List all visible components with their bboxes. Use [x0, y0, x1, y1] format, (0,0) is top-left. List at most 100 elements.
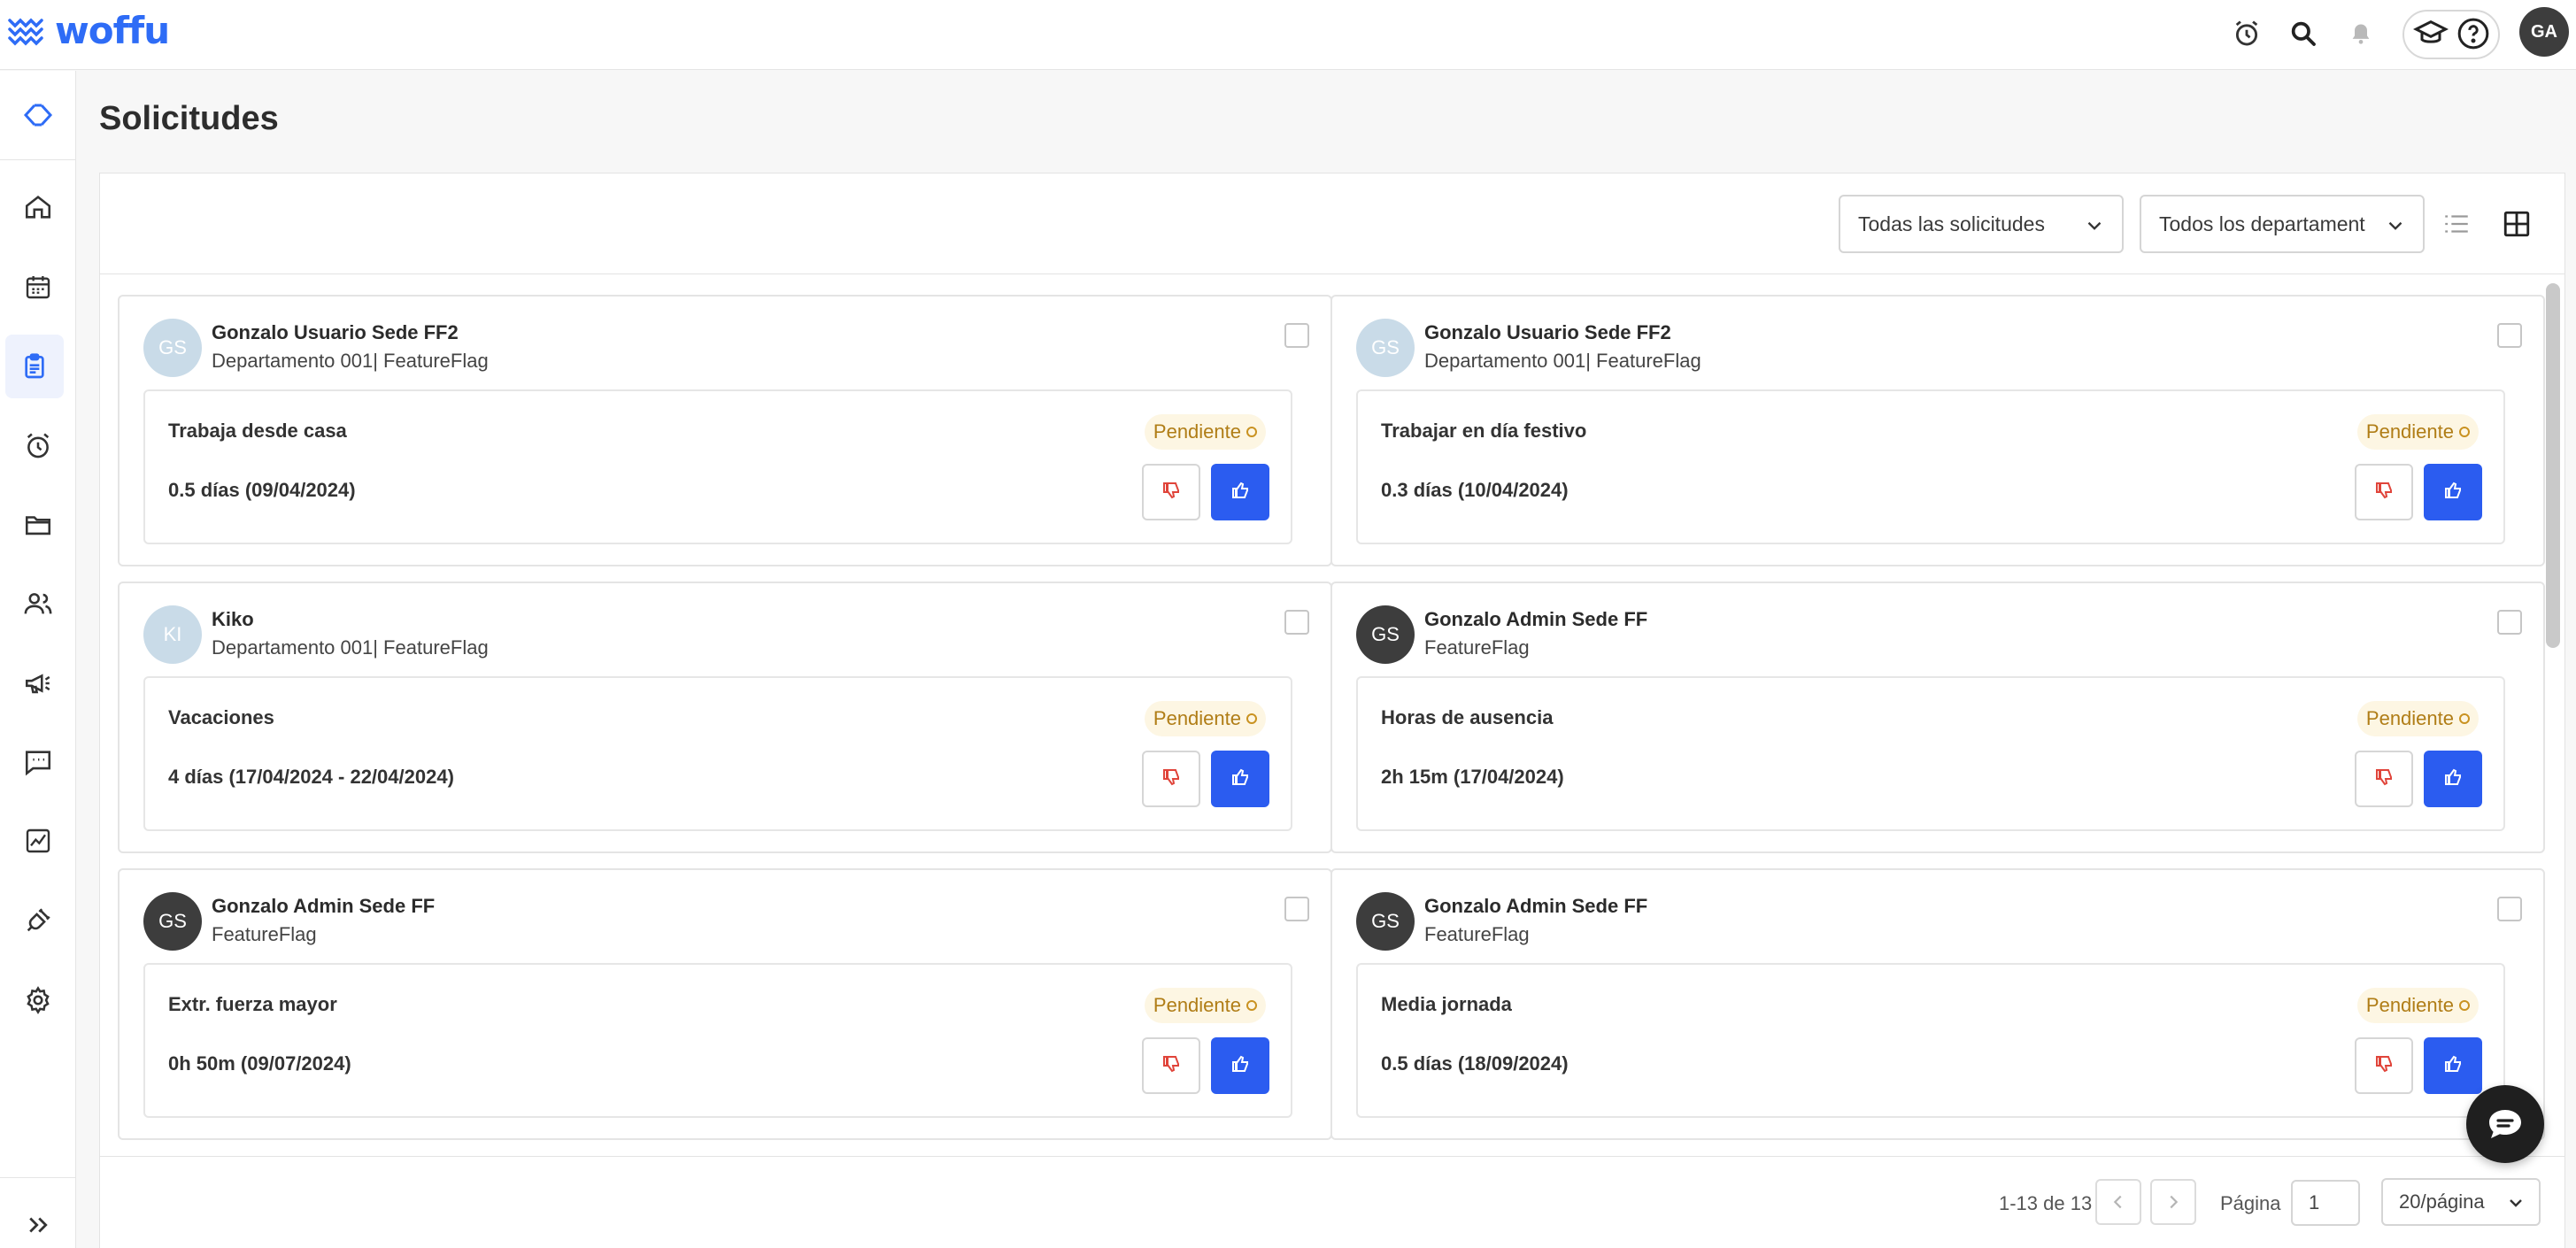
woffu-logo[interactable]: woffu [7, 9, 170, 52]
calendar-icon[interactable] [0, 255, 76, 319]
request-card[interactable]: GS Gonzalo Admin Sede FF FeatureFlag Med… [1330, 868, 2545, 1140]
collapse-logo-icon[interactable] [0, 83, 76, 147]
help-icon[interactable] [2456, 16, 2491, 56]
chat-bubble-icon [2489, 1110, 2521, 1138]
request-type: Trabaja desde casa [168, 420, 347, 442]
pending-dot-icon [2459, 427, 2470, 437]
request-duration: 0.3 días (10/04/2024) [1381, 479, 1569, 501]
reject-button[interactable] [1142, 751, 1200, 807]
sidebar-divider [0, 1177, 76, 1178]
help-pill [2402, 10, 2500, 59]
status-badge: Pendiente [2356, 414, 2479, 450]
list-view-icon[interactable] [2441, 209, 2472, 243]
chevron-down-icon [2388, 221, 2402, 230]
reject-button[interactable] [2355, 464, 2413, 520]
plug-icon[interactable] [0, 889, 76, 952]
alarm-clock-icon[interactable] [2227, 14, 2266, 53]
chat-icon[interactable] [0, 730, 76, 794]
select-checkbox[interactable] [1284, 897, 1309, 921]
request-card[interactable]: GS Gonzalo Admin Sede FF FeatureFlag Ext… [118, 868, 1332, 1140]
people-icon[interactable] [0, 572, 76, 636]
gear-icon[interactable] [0, 968, 76, 1032]
request-type: Media jornada [1381, 993, 1512, 1015]
pagination-bar: 1-13 de 13 Página 1 20/página [100, 1156, 2564, 1248]
graduation-cap-icon[interactable] [2412, 16, 2449, 56]
request-duration: 4 días (17/04/2024 - 22/04/2024) [168, 766, 454, 788]
page-number-input[interactable]: 1 [2291, 1180, 2360, 1226]
chart-icon[interactable] [0, 809, 76, 873]
search-icon[interactable] [2284, 14, 2323, 53]
status-badge: Pendiente [1144, 988, 1266, 1023]
thumbs-down-icon [1161, 480, 1182, 505]
request-card[interactable]: GS Gonzalo Usuario Sede FF2 Departamento… [1330, 295, 2545, 566]
employee-department: Departamento 001| FeatureFlag [212, 636, 489, 659]
employee-avatar: GS [143, 892, 202, 951]
approve-button[interactable] [1211, 751, 1269, 807]
select-checkbox[interactable] [2497, 897, 2522, 921]
requests-icon[interactable] [5, 335, 64, 398]
chevron-left-icon [2113, 1195, 2122, 1209]
approve-button[interactable] [2424, 464, 2482, 520]
request-card[interactable]: GS Gonzalo Admin Sede FF FeatureFlag Hor… [1330, 582, 2545, 853]
request-details: Media jornada 0.5 días (18/09/2024) Pend… [1356, 963, 2505, 1118]
employee-department: FeatureFlag [212, 923, 317, 945]
select-checkbox[interactable] [2497, 323, 2522, 348]
megaphone-icon[interactable] [0, 651, 76, 715]
thumbs-up-icon [2442, 1053, 2464, 1079]
pending-dot-icon [2459, 713, 2470, 724]
request-duration: 0h 50m (09/07/2024) [168, 1052, 351, 1075]
home-icon[interactable] [0, 175, 76, 239]
approve-button[interactable] [2424, 1037, 2482, 1094]
user-avatar[interactable]: GA [2519, 7, 2569, 57]
chat-support-button[interactable] [2466, 1085, 2544, 1163]
prev-page-button[interactable] [2095, 1179, 2141, 1225]
approve-button[interactable] [2424, 751, 2482, 807]
select-checkbox[interactable] [1284, 610, 1309, 635]
page-title: Solicitudes [99, 100, 279, 137]
next-page-button[interactable] [2150, 1179, 2196, 1225]
sidebar [0, 71, 76, 1248]
request-details: Trabajar en día festivo 0.3 días (10/04/… [1356, 389, 2505, 544]
folder-icon[interactable] [0, 493, 76, 557]
thumbs-up-icon [1230, 480, 1251, 505]
requests-filter-select[interactable]: Todas las solicitudes [1839, 195, 2124, 253]
employee-name: Kiko [212, 608, 254, 630]
reject-button[interactable] [2355, 751, 2413, 807]
page-label: Página [2220, 1192, 2281, 1214]
request-type: Extr. fuerza mayor [168, 993, 337, 1015]
request-details: Extr. fuerza mayor 0h 50m (09/07/2024) P… [143, 963, 1292, 1118]
requests-filter-value: Todas las solicitudes [1858, 212, 2045, 235]
alarm-clock-icon[interactable] [0, 414, 76, 478]
scrollbar[interactable] [2546, 283, 2560, 648]
departments-filter-select[interactable]: Todos los departament [2140, 195, 2425, 253]
chevron-down-icon [2510, 1199, 2522, 1207]
request-details: Trabaja desde casa 0.5 días (09/04/2024)… [143, 389, 1292, 544]
approve-button[interactable] [1211, 1037, 1269, 1094]
employee-department: FeatureFlag [1424, 923, 1530, 945]
page-size-value: 20/página [2399, 1190, 2485, 1213]
bell-icon[interactable] [2341, 14, 2380, 53]
reject-button[interactable] [2355, 1037, 2413, 1094]
page-size-select[interactable]: 20/página [2381, 1178, 2541, 1226]
expand-icon[interactable] [0, 1193, 76, 1248]
thumbs-up-icon [2442, 767, 2464, 792]
thumbs-down-icon [1161, 767, 1182, 792]
status-badge: Pendiente [2356, 988, 2479, 1023]
request-card[interactable]: KI Kiko Departamento 001| FeatureFlag Va… [118, 582, 1332, 853]
employee-department: Departamento 001| FeatureFlag [212, 350, 489, 372]
select-checkbox[interactable] [1284, 323, 1309, 348]
thumbs-down-icon [2373, 480, 2395, 505]
reject-button[interactable] [1142, 464, 1200, 520]
reject-button[interactable] [1142, 1037, 1200, 1094]
employee-department: FeatureFlag [1424, 636, 1530, 659]
employee-avatar: GS [1356, 892, 1415, 951]
select-checkbox[interactable] [2497, 610, 2522, 635]
grid-view-icon[interactable] [2502, 209, 2532, 243]
status-text: Pendiente [1153, 707, 1241, 729]
approve-button[interactable] [1211, 464, 1269, 520]
employee-avatar: GS [143, 319, 202, 377]
logo-text: woffu [55, 9, 170, 52]
request-card[interactable]: GS Gonzalo Usuario Sede FF2 Departamento… [118, 295, 1332, 566]
chevron-down-icon [2087, 221, 2102, 230]
status-text: Pendiente [2365, 707, 2454, 729]
